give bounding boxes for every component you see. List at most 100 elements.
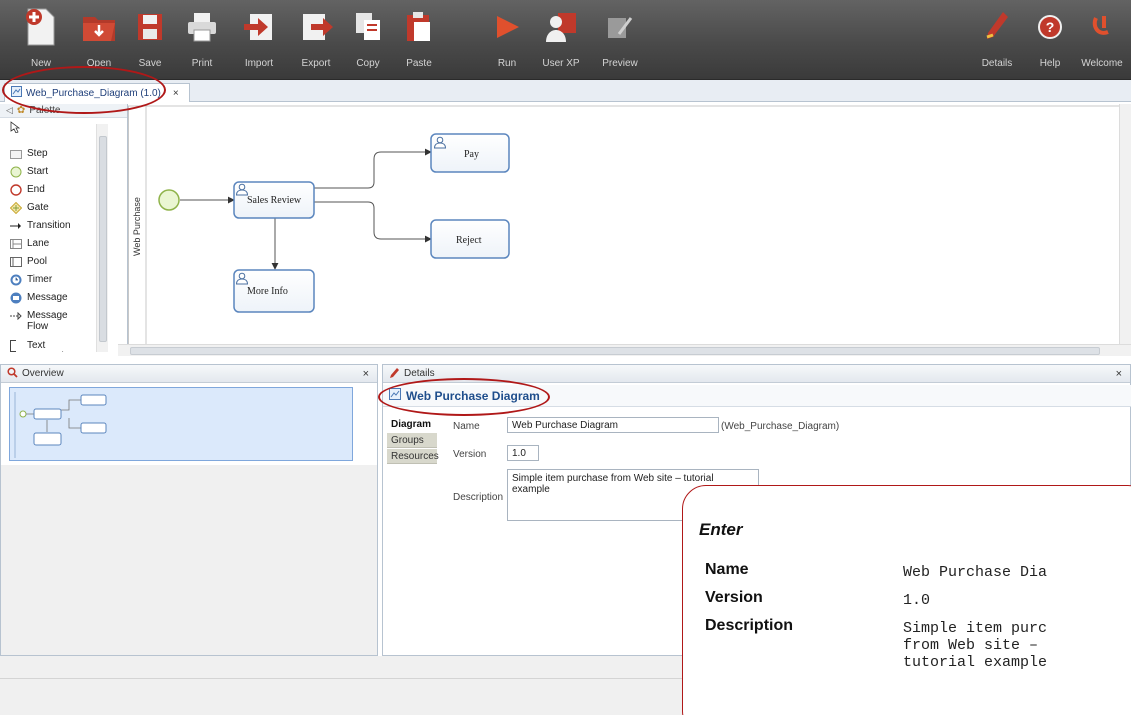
palette-item-message-flow[interactable]: Message Flow [10, 310, 100, 332]
run-label: Run [497, 58, 517, 69]
editor-tab-strip: Web_Purchase_Diagram (1.0) × [0, 80, 1131, 102]
name-label: Name [453, 421, 480, 432]
canvas-hscroll-thumb[interactable] [130, 347, 1100, 355]
version-label: Version [453, 449, 487, 460]
tab-resources[interactable]: Resources [387, 449, 439, 464]
palette-item-text-annotation[interactable]: Text Annotation [10, 340, 100, 352]
overview-close-icon[interactable]: × [363, 368, 369, 380]
step-reject[interactable]: Reject [430, 219, 510, 259]
palette-item-pool[interactable]: Pool [10, 256, 100, 268]
new-button[interactable]: New [12, 4, 70, 76]
callout-title: Enter [699, 520, 743, 539]
copy-label: Copy [356, 58, 380, 69]
pool-icon [10, 256, 22, 268]
palette-item-message[interactable]: Message [10, 292, 100, 304]
callout-value-description-2: from Web site – [903, 637, 1039, 654]
export-button[interactable]: Export [287, 4, 345, 76]
canvas-horizontal-scrollbar[interactable] [118, 344, 1131, 356]
step-sales-review[interactable]: Sales Review [233, 181, 315, 219]
tab-groups[interactable]: Groups [387, 433, 437, 448]
canvas-vertical-scrollbar[interactable] [1119, 104, 1131, 344]
palette-panel: ◁ ✿ Palette Step Start End Gate Transiti… [0, 104, 128, 356]
paste-button[interactable]: Paste [390, 4, 448, 76]
palette-header: ◁ ✿ Palette [0, 104, 127, 118]
message-icon [10, 292, 22, 304]
version-field[interactable]: 1.0 [507, 445, 539, 461]
palette-collapse-icon[interactable]: ◁ [6, 105, 13, 116]
print-button[interactable]: Print [173, 4, 231, 76]
lane-label: Web Purchase [132, 197, 142, 256]
palette-item-lane[interactable]: Lane [10, 238, 100, 250]
help-button[interactable]: ? Help [1021, 4, 1079, 76]
text-annotation-icon [10, 340, 22, 352]
main-toolbar: New Open Save Print Import Export Copy P… [0, 0, 1131, 80]
new-document-icon [21, 4, 61, 50]
details-button[interactable]: Details [968, 4, 1026, 76]
palette-item-end[interactable]: End [10, 184, 100, 196]
gate-icon [10, 202, 22, 214]
step-pay[interactable]: Pay [430, 133, 510, 173]
diagram-canvas[interactable]: Web Purchase Sales Review Pay Reject Mor… [128, 104, 1131, 356]
overview-viewport[interactable] [9, 387, 353, 461]
palette-item-gate[interactable]: Gate [10, 202, 100, 214]
overview-header: Overview × [1, 365, 377, 383]
step-label: Pay [464, 149, 479, 160]
save-button[interactable]: Save [121, 4, 179, 76]
palette-item-timer[interactable]: Timer [10, 274, 100, 286]
callout-label-name: Name [705, 561, 749, 578]
details-side-tabs: Diagram Groups Resources [383, 411, 443, 651]
callout-value-description-3: tutorial example [903, 654, 1048, 671]
save-label: Save [138, 58, 162, 69]
select-pointer-icon[interactable] [10, 121, 21, 136]
welcome-label: Welcome [1081, 58, 1123, 69]
start-event[interactable] [158, 189, 180, 211]
preview-icon [600, 4, 640, 50]
user-xp-icon [541, 4, 581, 50]
palette-scroll-thumb[interactable] [99, 136, 107, 342]
palette-item-label: Step [27, 148, 48, 159]
details-diagram-title-bar: Web Purchase Diagram [383, 385, 1131, 407]
help-label: Help [1039, 58, 1061, 69]
palette-item-start[interactable]: Start [10, 166, 100, 178]
callout-value-version: 1.0 [903, 592, 931, 609]
palette-item-label: Message Flow [27, 310, 68, 332]
pencil-icon [389, 367, 400, 381]
print-label: Print [191, 58, 213, 69]
palette-item-label: Message [27, 292, 68, 303]
palette-item-transition[interactable]: Transition [10, 220, 100, 232]
welcome-icon [1082, 4, 1122, 50]
palette-item-label: Gate [27, 202, 49, 213]
palette-item-label: Lane [27, 238, 50, 249]
instruction-callout: Enter Name Web Purchase Dia Version 1.0 … [682, 485, 1131, 715]
open-button[interactable]: Open [70, 4, 128, 76]
palette-item-label: Pool [27, 256, 48, 267]
tab-diagram[interactable]: Diagram [387, 417, 437, 432]
callout-label-version: Version [705, 589, 763, 606]
step-label: Sales Review [247, 195, 302, 206]
preview-button[interactable]: Preview [591, 4, 649, 76]
palette-icon: ✿ [16, 105, 26, 116]
details-close-icon[interactable]: × [1116, 368, 1122, 380]
palette-item-step[interactable]: Step [10, 148, 100, 160]
run-button[interactable]: Run [478, 4, 536, 76]
overview-thumbnail [14, 392, 107, 458]
export-icon [296, 4, 336, 50]
tab-label: Web_Purchase_Diagram (1.0) [26, 87, 161, 99]
overview-panel: Overview × [0, 364, 378, 656]
tab-web-purchase-diagram[interactable]: Web_Purchase_Diagram (1.0) × [4, 83, 190, 102]
palette-scrollbar[interactable] [96, 124, 108, 352]
start-icon [10, 166, 22, 178]
welcome-button[interactable]: Welcome [1073, 4, 1131, 76]
import-button[interactable]: Import [230, 4, 288, 76]
copy-button[interactable]: Copy [339, 4, 397, 76]
palette-item-label: Timer [27, 274, 53, 285]
transition-icon [10, 220, 22, 232]
step-more-info[interactable]: More Info [233, 269, 315, 313]
details-panel-title: Details [404, 368, 435, 379]
name-field[interactable]: Web Purchase Diagram [507, 417, 719, 433]
details-label: Details [981, 58, 1013, 69]
user-xp-button[interactable]: User XP [532, 4, 590, 76]
lane-icon [10, 238, 22, 250]
details-header: Details × [383, 365, 1130, 383]
tab-close-icon[interactable]: × [173, 88, 179, 99]
